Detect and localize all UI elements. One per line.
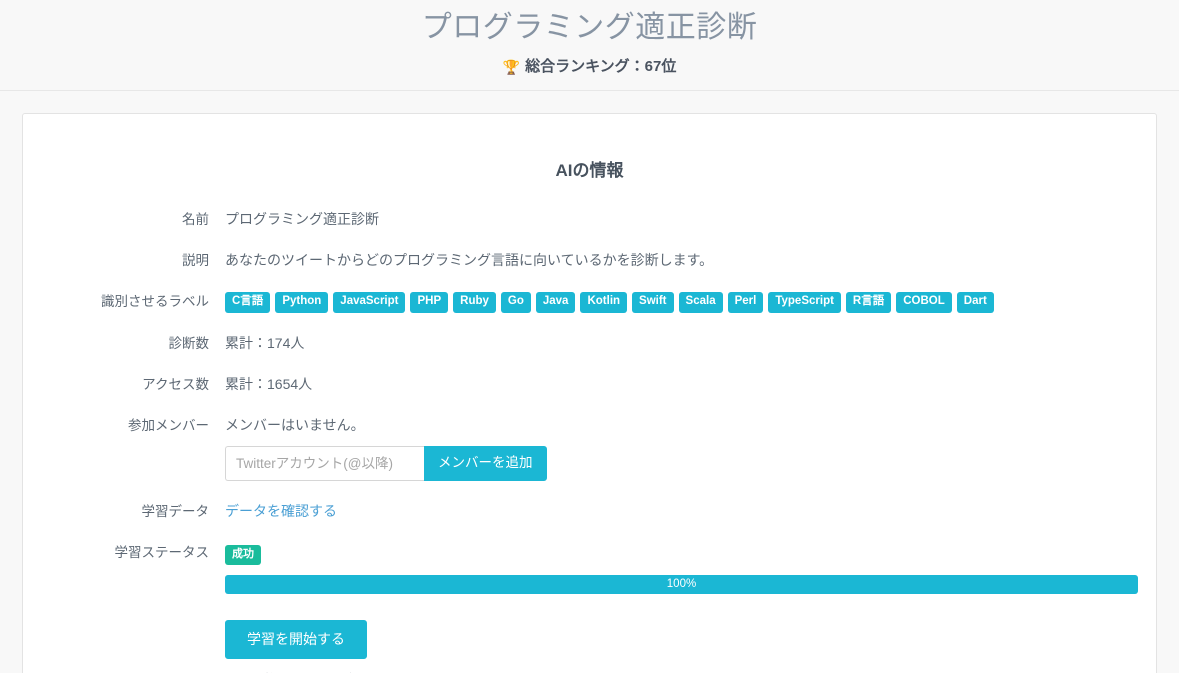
page-header: プログラミング適正診断 🏆 総合ランキング：67位 <box>0 0 1179 91</box>
label-badge: Java <box>535 292 576 313</box>
label-members: 参加メンバー <box>128 418 209 434</box>
label-identify-labels: 識別させるラベル <box>101 294 209 310</box>
row-training-data: 学習データ データを確認する <box>39 499 1140 522</box>
label-badge: Python <box>275 292 329 313</box>
row-labels: 識別させるラベル C言語 Python JavaScript PHP Ruby … <box>39 289 1140 313</box>
label-badge: COBOL <box>896 292 952 313</box>
label-training-status: 学習ステータス <box>114 545 210 561</box>
overall-ranking: 🏆 総合ランキング：67位 <box>0 58 1179 76</box>
label-badge: Swift <box>632 292 674 313</box>
twitter-account-input[interactable] <box>225 445 424 481</box>
training-progress-bar: 100% <box>225 574 1138 594</box>
label-badge: Go <box>500 292 531 313</box>
label-badge-list: C言語 Python JavaScript PHP Ruby Go Java K… <box>225 290 1140 313</box>
label-access-count: アクセス数 <box>142 376 209 392</box>
row-members: 参加メンバー メンバーはいません。 メンバーを追加 <box>39 413 1140 481</box>
add-member-group: メンバーを追加 <box>225 445 1140 481</box>
label-badge: JavaScript <box>333 292 406 313</box>
members-empty-text: メンバーはいません。 <box>225 417 365 434</box>
status-badge: 成功 <box>225 545 261 565</box>
card-wrapper: AIの情報 名前 プログラミング適正診断 説明 あなたのツイートからどのプログラ… <box>0 91 1179 673</box>
label-badge: Dart <box>956 292 994 313</box>
training-progress: 100% <box>225 574 1138 594</box>
row-diagnosis-count: 診断数 累計：174人 <box>39 331 1140 354</box>
card-title: AIの情報 <box>555 160 624 180</box>
label-name: 名前 <box>182 211 209 227</box>
ai-info-card: AIの情報 名前 プログラミング適正診断 説明 あなたのツイートからどのプログラ… <box>22 112 1157 673</box>
label-badge: Kotlin <box>580 292 628 313</box>
label-training-data: 学習データ <box>141 503 210 519</box>
label-badge: TypeScript <box>768 292 841 313</box>
page-title: プログラミング適正診断 <box>421 11 758 44</box>
row-training-status: 学習ステータス 成功 100% <box>39 540 1140 594</box>
trophy-icon: 🏆 <box>502 58 521 75</box>
label-diagnosis-count: 診断数 <box>168 335 210 351</box>
label-badge: Ruby <box>453 292 496 313</box>
value-name: プログラミング適正診断 <box>225 210 379 227</box>
label-badge: C言語 <box>225 292 271 313</box>
value-access-count: 累計：1654人 <box>225 375 313 392</box>
overall-ranking-label: 総合ランキング：67位 <box>525 57 677 75</box>
label-badge: PHP <box>410 292 449 313</box>
value-description: あなたのツイートからどのプログラミング言語に向いているかを診断します。 <box>225 251 714 268</box>
row-description: 説明 あなたのツイートからどのプログラミング言語に向いているかを診断します。 <box>39 248 1140 271</box>
label-description: 説明 <box>182 252 209 268</box>
start-training-button[interactable]: 学習を開始する <box>225 619 367 660</box>
label-badge: R言語 <box>845 292 892 313</box>
check-data-link[interactable]: データを確認する <box>225 503 337 519</box>
row-access-count: アクセス数 累計：1654人 <box>39 372 1140 395</box>
label-badge: Perl <box>727 292 764 313</box>
value-diagnosis-count: 累計：174人 <box>225 334 305 351</box>
add-member-button[interactable]: メンバーを追加 <box>424 445 547 481</box>
row-name: 名前 プログラミング適正診断 <box>39 207 1140 230</box>
label-badge: Scala <box>678 292 723 313</box>
training-action-area: 学習を開始する ※AIの学習には時間がかかります。 <box>225 619 1140 673</box>
training-note: ※AIの学習には時間がかかります。 <box>225 669 1140 673</box>
